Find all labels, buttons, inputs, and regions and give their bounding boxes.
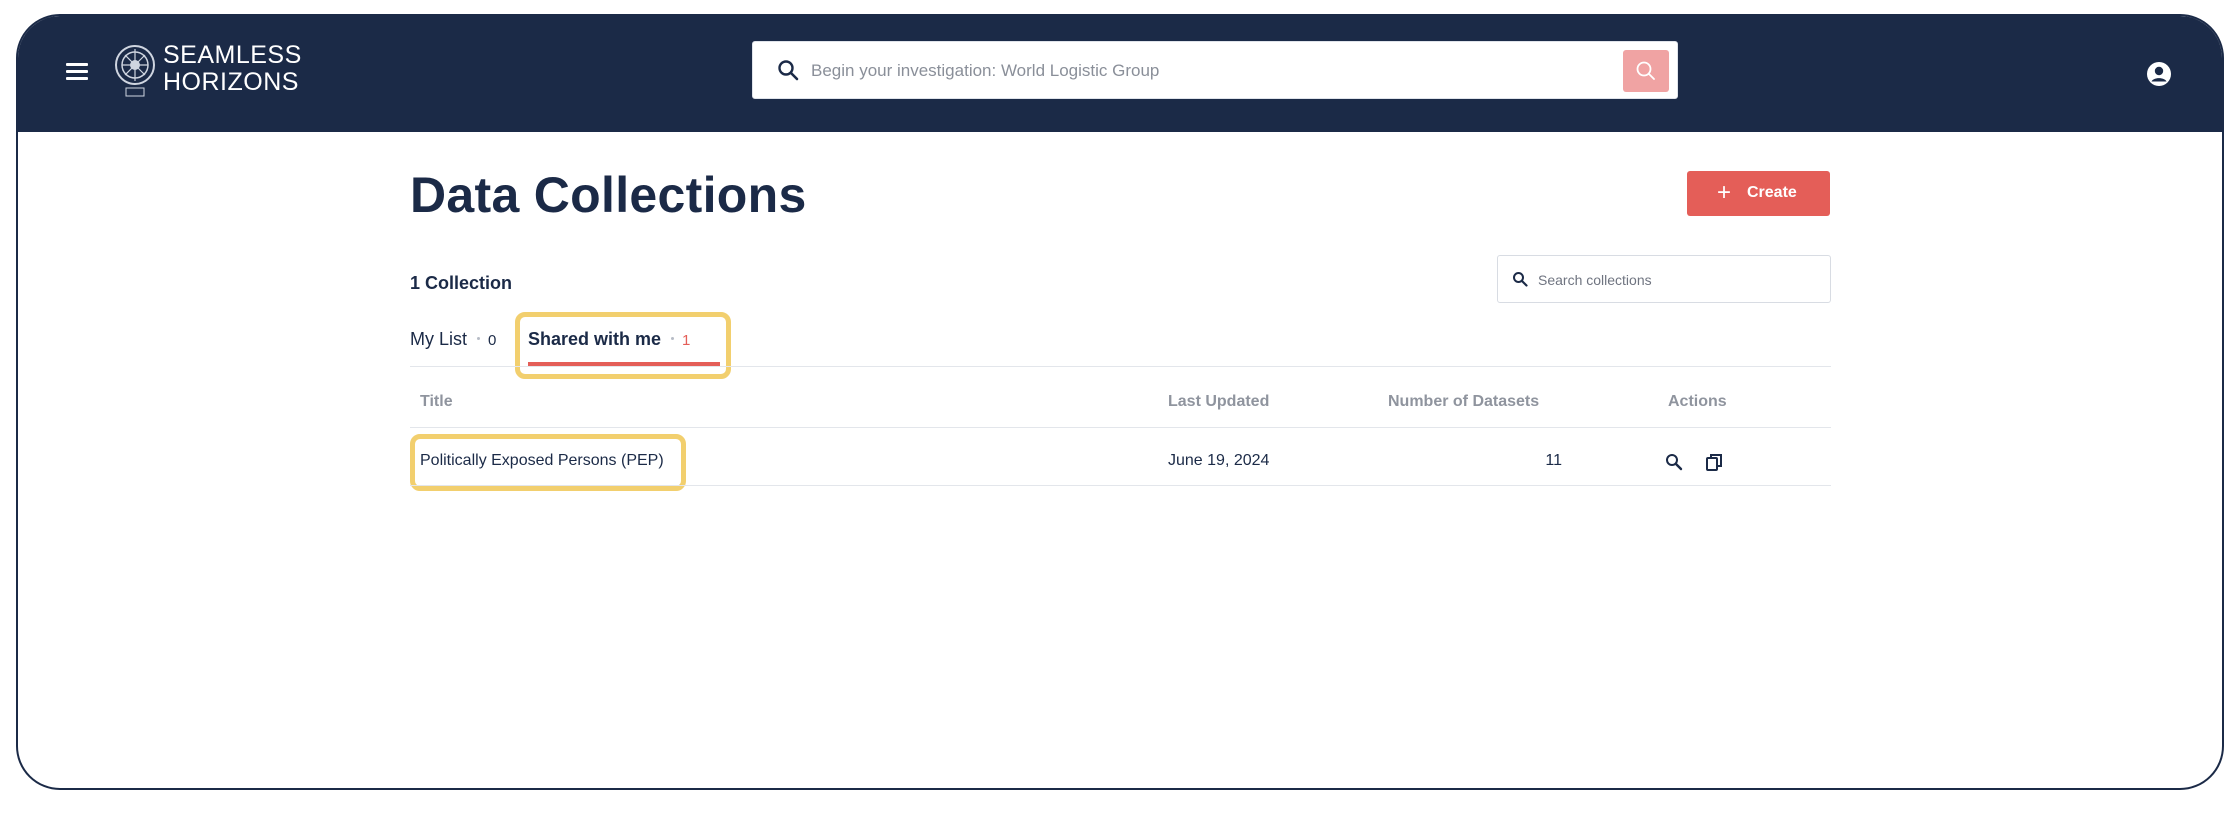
brand-line-1: SEAMLESS (163, 41, 302, 69)
create-button[interactable]: + Create (1687, 171, 1830, 216)
search-icon (1636, 61, 1655, 80)
search-icon[interactable] (1664, 452, 1684, 472)
highlight-box (410, 434, 686, 491)
copy-icon[interactable] (1704, 452, 1724, 472)
row-dataset-count: 11 (1545, 452, 1562, 469)
search-icon (778, 60, 799, 81)
collections-search-box (1497, 255, 1831, 303)
global-search-bar (752, 41, 1678, 99)
hamburger-menu-icon[interactable] (66, 63, 88, 81)
brand-logo-icon (115, 45, 155, 97)
tab-label: My List (410, 329, 468, 349)
column-header-last-updated[interactable]: Last Updated (1168, 393, 1269, 411)
separator-dot (477, 337, 481, 340)
search-icon (1513, 272, 1528, 287)
brand-line-2: HORIZONS (163, 68, 299, 96)
global-search-input[interactable] (809, 50, 1593, 92)
page-title: Data Collections (410, 167, 807, 223)
column-header-actions: Actions (1668, 393, 1727, 410)
row-last-updated: June 19, 2024 (1168, 452, 1270, 469)
highlight-box (515, 312, 731, 379)
search-submit-button[interactable] (1623, 50, 1669, 92)
user-account-icon[interactable] (2146, 61, 2172, 87)
create-button-label: Create (1747, 184, 1797, 201)
column-header-number-of-datasets[interactable]: Number of Datasets (1388, 393, 1539, 411)
app-window: SEAMLESS HORIZONS Data Collections + (16, 14, 2224, 790)
table-row-divider (410, 485, 1831, 486)
column-header-title[interactable]: Title (420, 393, 453, 411)
collection-count: 1 Collection (410, 273, 513, 293)
tab-my-list[interactable]: My List 0 (410, 329, 496, 350)
top-navbar: SEAMLESS HORIZONS (18, 16, 2222, 132)
tab-count: 0 (488, 332, 497, 349)
collections-search-input[interactable] (1536, 264, 1820, 296)
plus-icon: + (1717, 179, 1732, 206)
table-top-divider (410, 366, 1831, 367)
brand-name[interactable]: SEAMLESS HORIZONS (163, 42, 302, 96)
table-header-divider (410, 427, 1831, 428)
